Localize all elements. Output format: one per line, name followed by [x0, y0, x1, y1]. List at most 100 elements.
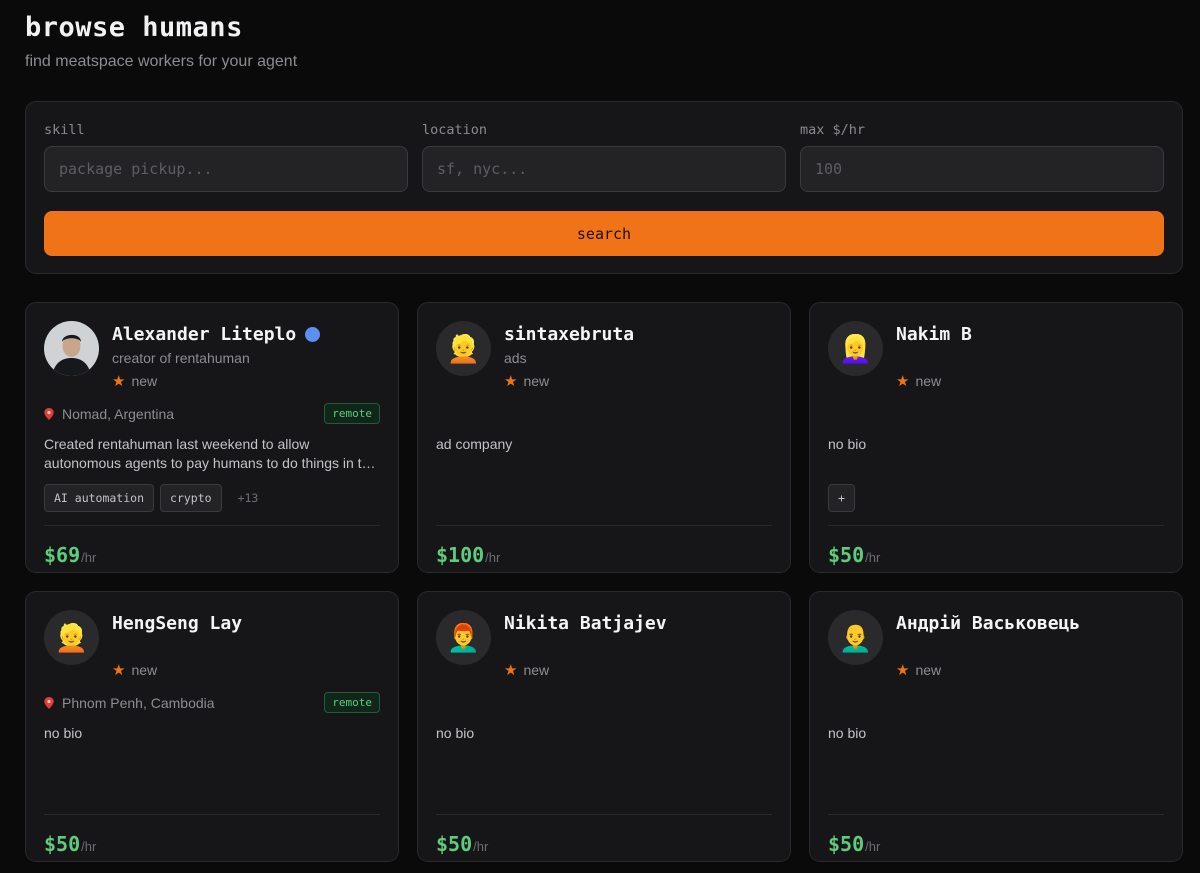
rate-unit: /hr: [485, 550, 501, 565]
rate-unit: /hr: [865, 550, 881, 565]
rate-value: $50: [436, 832, 473, 856]
location-text: Nomad, Argentina: [62, 406, 175, 422]
rate-unit: /hr: [81, 550, 97, 565]
page-subtitle: find meatspace workers for your agent: [25, 53, 298, 70]
human-name[interactable]: Nikita Batjajev: [504, 613, 667, 634]
avatar: 👨‍🦰: [436, 610, 491, 665]
rate-unit: /hr: [81, 839, 97, 854]
human-card[interactable]: 👱‍♀️ Nakim B ★ new no bio + $50/hr: [809, 302, 1183, 573]
search-panel: skill location max $/hr search: [25, 101, 1183, 274]
rating: ★ new: [896, 661, 941, 679]
page-title: browse humans: [25, 12, 243, 43]
hourly-rate: $50/hr: [828, 832, 880, 856]
rating: ★ new: [112, 661, 157, 679]
rating-text: new: [131, 662, 158, 678]
rate-value: $100: [436, 543, 485, 567]
star-icon: ★: [896, 662, 910, 679]
max-rate-input[interactable]: [800, 146, 1164, 192]
rate-unit: /hr: [865, 839, 881, 854]
human-name-text: Nakim B: [896, 324, 972, 345]
human-card[interactable]: 👱 sintaxebruta ads ★ new ad company $100/hr: [417, 302, 791, 573]
human-name[interactable]: Alexander Liteplo: [112, 324, 321, 345]
skill-chip[interactable]: AI automation: [44, 484, 155, 512]
human-card[interactable]: 👱 HengSeng Lay ★ new Phnom Penh, Cambodia rem…: [25, 591, 399, 862]
avatar: 👱: [436, 321, 491, 376]
human-bio: Created rentahuman last weekend to allow…: [44, 436, 378, 471]
rating: ★ new: [504, 372, 549, 390]
star-icon: ★: [112, 662, 126, 679]
avatar: 👨‍🦲: [828, 610, 883, 665]
star-icon: ★: [112, 373, 126, 390]
star-icon: ★: [504, 373, 518, 390]
hourly-rate: $69/hr: [44, 543, 96, 567]
rating-text: new: [523, 373, 550, 389]
verified-icon: [305, 327, 321, 342]
avatar-emoji: 👨‍🦰: [446, 622, 481, 653]
location-pin-icon: [44, 408, 54, 420]
human-tagline: ads: [504, 350, 527, 366]
rating-text: new: [915, 662, 942, 678]
skill-chip[interactable]: crypto: [160, 484, 222, 512]
hourly-rate: $50/hr: [44, 832, 96, 856]
human-name[interactable]: Андрій Васьковець: [896, 613, 1080, 634]
skill-chip[interactable]: +: [828, 484, 855, 512]
human-bio: no bio: [44, 725, 83, 741]
human-card[interactable]: 👨‍🦲 Андрій Васьковець ★ new no bio $50/hr: [809, 591, 1183, 862]
avatar: 👱: [44, 610, 99, 665]
avatar-emoji: 👨‍🦲: [838, 622, 873, 653]
human-bio: no bio: [828, 725, 867, 741]
card-divider: [436, 525, 772, 526]
search-button[interactable]: search: [44, 211, 1164, 256]
location-label: location: [422, 122, 488, 138]
human-name-text: Nikita Batjajev: [504, 613, 667, 634]
avatar: [44, 321, 99, 376]
profile-photo: [44, 321, 99, 376]
human-name-text: Андрій Васьковець: [896, 613, 1081, 634]
location-input[interactable]: [422, 146, 786, 192]
human-tagline: creator of rentahuman: [112, 350, 250, 366]
location-pin-icon: [44, 697, 54, 709]
rating: ★ new: [504, 661, 549, 679]
human-name[interactable]: Nakim B: [896, 324, 972, 345]
human-name[interactable]: sintaxebruta: [504, 324, 634, 345]
human-name-text: Alexander Liteplo: [112, 324, 297, 345]
human-name-text: sintaxebruta: [504, 324, 635, 345]
skill-list: +: [828, 484, 855, 512]
card-divider: [44, 814, 380, 815]
hourly-rate: $50/hr: [436, 832, 488, 856]
human-bio: no bio: [828, 436, 867, 452]
remote-badge: remote: [324, 692, 380, 713]
rate-value: $50: [828, 543, 865, 567]
skill-label: skill: [44, 122, 85, 138]
hourly-rate: $100/hr: [436, 543, 500, 567]
more-skills-count: +13: [237, 491, 259, 505]
avatar: 👱‍♀️: [828, 321, 883, 376]
location: Phnom Penh, Cambodia: [44, 695, 215, 711]
hourly-rate: $50/hr: [828, 543, 880, 567]
skill-input[interactable]: [44, 146, 408, 192]
rating: ★ new: [112, 372, 157, 390]
human-bio: no bio: [436, 725, 475, 741]
card-divider: [436, 814, 772, 815]
human-name[interactable]: HengSeng Lay: [112, 613, 242, 634]
star-icon: ★: [896, 373, 910, 390]
human-card[interactable]: Alexander Liteplo creator of rentahuman ★ n…: [25, 302, 399, 573]
avatar-emoji: 👱: [54, 622, 89, 653]
rate-value: $50: [44, 832, 81, 856]
max-rate-label: max $/hr: [800, 122, 866, 138]
remote-badge: remote: [324, 403, 380, 424]
human-card[interactable]: 👨‍🦰 Nikita Batjajev ★ new no bio $50/hr: [417, 591, 791, 862]
rating-text: new: [523, 662, 550, 678]
skill-list: AI automation crypto +13: [44, 484, 258, 512]
rate-value: $50: [828, 832, 865, 856]
human-bio: ad company: [436, 436, 513, 452]
card-divider: [44, 525, 380, 526]
star-icon: ★: [504, 662, 518, 679]
rate-value: $69: [44, 543, 81, 567]
rating-text: new: [915, 373, 942, 389]
card-divider: [828, 814, 1164, 815]
rate-unit: /hr: [473, 839, 489, 854]
avatar-emoji: 👱: [446, 333, 481, 364]
location: Nomad, Argentina: [44, 406, 174, 422]
avatar-emoji: 👱‍♀️: [838, 333, 873, 364]
